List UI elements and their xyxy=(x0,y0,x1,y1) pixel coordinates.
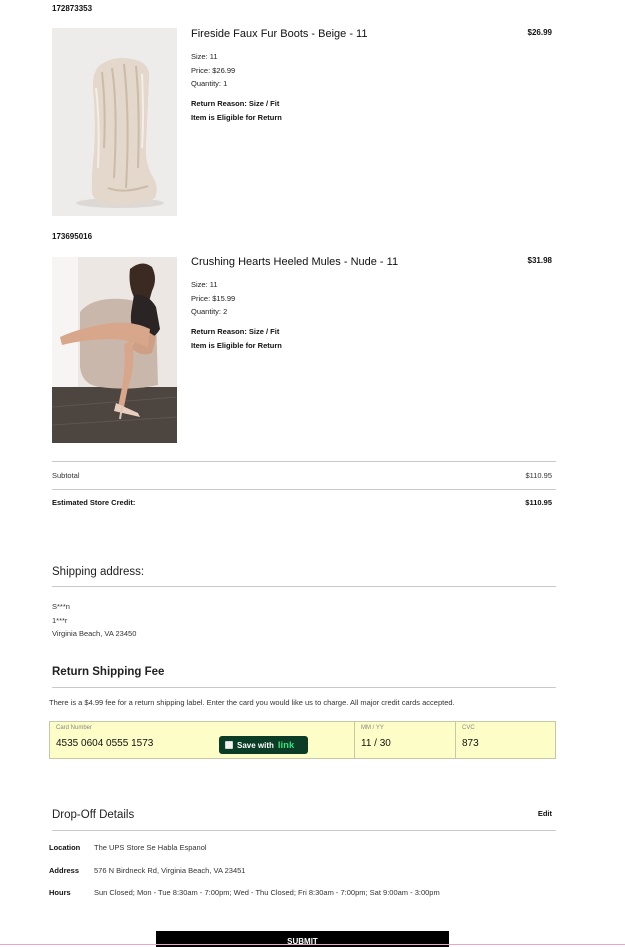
return-eligibility: Item is Eligible for Return xyxy=(191,112,282,122)
item-quantity: Quantity: 2 xyxy=(191,307,228,316)
address-label: Address xyxy=(49,866,80,875)
store-credit-value: $110.95 xyxy=(525,498,552,507)
item-total: $26.99 xyxy=(527,28,552,37)
address-line-city: Virginia Beach, VA 23450 xyxy=(52,629,137,638)
return-info: Return Reason: Size / Fit Item is Eligib… xyxy=(191,325,282,352)
order-id: 173695016 xyxy=(52,232,93,241)
item-total: $31.98 xyxy=(527,256,552,265)
expiry-input[interactable]: 11 / 30 xyxy=(361,738,391,749)
divider xyxy=(52,461,556,462)
save-with-link-label: Save with xyxy=(237,740,274,750)
divider xyxy=(52,586,556,587)
item-details: Size: 11 Price: $26.99 Quantity: 1 xyxy=(191,50,235,91)
save-with-link-checkbox[interactable] xyxy=(225,741,233,749)
expiry-field[interactable]: MM / YY 11 / 30 xyxy=(354,722,455,758)
divider xyxy=(52,489,556,490)
cvc-field[interactable]: CVC 873 xyxy=(455,722,555,758)
order-id: 172873353 xyxy=(52,4,93,13)
drop-off-title: Drop-Off Details xyxy=(52,809,135,821)
return-eligibility: Item is Eligible for Return xyxy=(191,340,282,350)
page-bottom-border xyxy=(0,944,625,945)
item-quantity: Quantity: 1 xyxy=(191,79,228,88)
card-number-label: Card Number xyxy=(56,725,93,731)
divider xyxy=(52,830,556,831)
location-label: Location xyxy=(49,843,81,852)
item-details: Size: 11 Price: $15.99 Quantity: 2 xyxy=(191,278,235,319)
address-line-name: S***n xyxy=(52,602,70,611)
card-number-field[interactable]: Card Number 4535 0604 0555 1573 xyxy=(50,722,354,758)
address-value: 576 N Birdneck Rd, Virginia Beach, VA 23… xyxy=(94,866,246,875)
link-logo: link xyxy=(277,739,295,751)
subtotal-label: Subtotal xyxy=(52,471,80,480)
card-number-input[interactable]: 4535 0604 0555 1573 xyxy=(56,738,153,749)
store-credit-label: Estimated Store Credit: xyxy=(52,498,136,507)
save-with-link-button[interactable]: Save with link xyxy=(219,736,308,754)
product-image-heeled-mules[interactable] xyxy=(52,257,177,443)
product-title[interactable]: Fireside Faux Fur Boots - Beige - 11 xyxy=(191,28,367,40)
return-info: Return Reason: Size / Fit Item is Eligib… xyxy=(191,97,282,124)
item-size: Size: 11 xyxy=(191,280,218,289)
product-image-fur-boots[interactable] xyxy=(52,28,177,216)
return-fee-title: Return Shipping Fee xyxy=(52,666,165,678)
product-title[interactable]: Crushing Hearts Heeled Mules - Nude - 11 xyxy=(191,256,398,268)
cvc-label: CVC xyxy=(462,725,475,731)
address-line-street: 1***r xyxy=(52,615,68,625)
return-reason: Return Reason: Size / Fit xyxy=(191,99,280,108)
item-size: Size: 11 xyxy=(191,52,218,61)
location-value: The UPS Store Se Habla Espanol xyxy=(94,843,207,852)
shipping-address-title: Shipping address: xyxy=(52,566,145,578)
item-price: Price: $15.99 xyxy=(191,293,236,303)
item-price: Price: $26.99 xyxy=(191,65,236,75)
shipping-address: S***n 1***r Virginia Beach, VA 23450 xyxy=(52,600,136,641)
edit-drop-off-link[interactable]: Edit xyxy=(538,809,552,818)
expiry-label: MM / YY xyxy=(361,725,384,731)
cvc-input[interactable]: 873 xyxy=(462,738,479,749)
divider xyxy=(52,687,556,688)
return-reason: Return Reason: Size / Fit xyxy=(191,327,280,336)
subtotal-value: $110.95 xyxy=(525,471,552,480)
hours-value: Sun Closed; Mon - Tue 8:30am - 7:00pm; W… xyxy=(94,888,440,897)
hours-label: Hours xyxy=(49,888,71,897)
return-fee-note: There is a $4.99 fee for a return shippi… xyxy=(49,698,455,707)
